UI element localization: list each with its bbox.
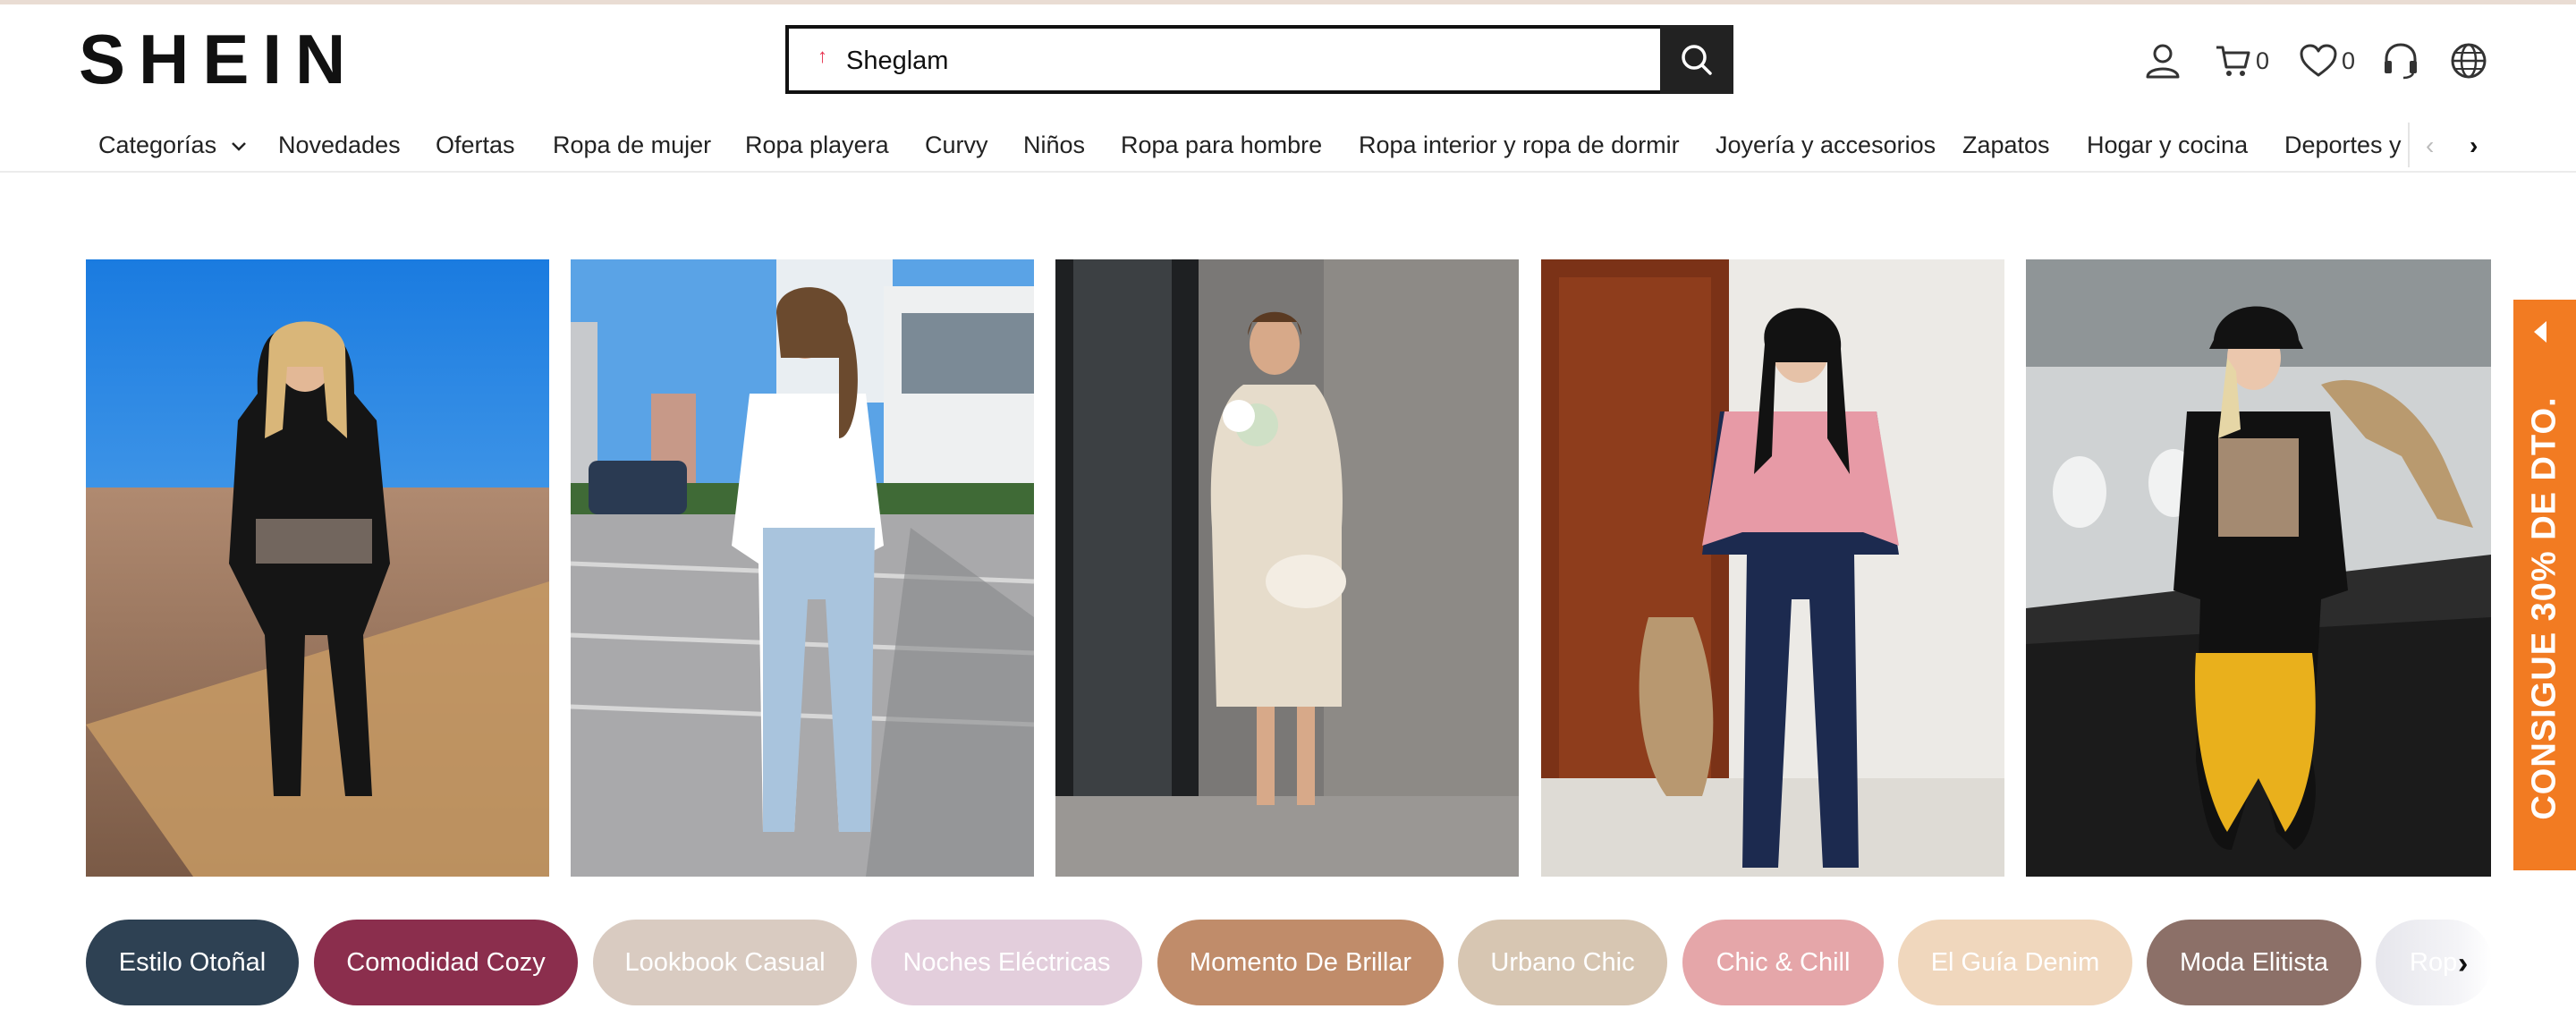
trending-icon: ↑ — [818, 45, 827, 67]
pill-urbano-chic[interactable]: Urbano Chic — [1458, 920, 1667, 1005]
language-button[interactable] — [2449, 38, 2488, 83]
search-button[interactable] — [1660, 25, 1733, 94]
outfit-photo-4-image — [1541, 259, 2004, 877]
outfit-photo-1-image — [86, 259, 549, 877]
cart-button[interactable]: 0 — [2215, 38, 2269, 83]
nav-item-curvy[interactable]: Curvy — [925, 123, 988, 167]
pill-moda-elitista[interactable]: Moda Elitista — [2147, 920, 2361, 1005]
outfit-photo-3-image — [1055, 259, 1519, 877]
user-icon — [2146, 44, 2180, 79]
site-header: SHEIN ↑ Sheglam 0 0 Categorías Novedades… — [0, 4, 2576, 173]
collapse-arrow-icon — [2534, 321, 2546, 343]
nav-item-hogar-y-cocina[interactable]: Hogar y cocina — [2087, 123, 2248, 167]
nav-item-categorias[interactable]: Categorías — [98, 123, 247, 167]
wishlist-count: 0 — [2342, 47, 2356, 74]
headset-icon — [2385, 43, 2417, 80]
nav-item-deportes[interactable]: Deportes y — [2284, 123, 2402, 167]
nav-divider — [2408, 123, 2410, 167]
outfit-photo-3[interactable] — [1055, 259, 1519, 877]
nav-item-zapatos[interactable]: Zapatos — [1962, 123, 2050, 167]
outfit-photo-2[interactable] — [571, 259, 1034, 877]
nav-item-ropa-de-mujer[interactable]: Ropa de mujer — [553, 123, 711, 167]
nav-prev-arrow[interactable]: ‹ — [2426, 133, 2434, 158]
pill-truncated[interactable]: Rop — [2376, 920, 2492, 1005]
outfit-photo-2-image — [571, 259, 1034, 877]
shein-logo[interactable]: SHEIN — [79, 24, 359, 94]
category-nav-track: Categorías Novedades Ofertas Ropa de muj… — [0, 123, 2408, 167]
outfit-photo-5[interactable] — [2026, 259, 2491, 877]
wishlist-button[interactable]: 0 — [2299, 38, 2355, 83]
style-pill-row: Estilo Otoñal Comodidad Cozy Lookbook Ca… — [0, 920, 2576, 1005]
nav-item-ropa-para-hombre[interactable]: Ropa para hombre — [1121, 123, 1322, 167]
nav-item-ofertas[interactable]: Ofertas — [436, 123, 515, 167]
pill-lookbook-casual[interactable]: Lookbook Casual — [593, 920, 857, 1005]
account-button[interactable] — [2143, 38, 2182, 83]
nav-item-joyeria[interactable]: Joyería y accesorios — [1716, 123, 1936, 167]
pill-chic-and-chill[interactable]: Chic & Chill — [1682, 920, 1884, 1005]
pill-estilo-otonal[interactable]: Estilo Otoñal — [86, 920, 299, 1005]
support-button[interactable] — [2381, 38, 2420, 83]
nav-next-arrow[interactable]: › — [2470, 133, 2478, 158]
nav-item-ropa-playera[interactable]: Ropa playera — [745, 123, 889, 167]
outfit-photo-1[interactable] — [86, 259, 549, 877]
promo-side-tab[interactable]: CONSIGUE 30% DE DTO. — [2513, 300, 2576, 870]
nav-item-ninos[interactable]: Niños — [1023, 123, 1085, 167]
category-nav: Categorías Novedades Ofertas Ropa de muj… — [0, 123, 2576, 167]
search-input[interactable]: Sheglam — [846, 47, 948, 76]
heart-icon — [2300, 44, 2337, 77]
pill-comodidad-cozy[interactable]: Comodidad Cozy — [314, 920, 578, 1005]
outfit-photo-4[interactable] — [1541, 259, 2004, 877]
pill-noches-electricas[interactable]: Noches Eléctricas — [871, 920, 1142, 1005]
chevron-down-icon — [231, 141, 246, 151]
cart-count: 0 — [2256, 47, 2270, 74]
nav-item-novedades[interactable]: Novedades — [278, 123, 401, 167]
pill-momento-de-brillar[interactable]: Momento De Brillar — [1157, 920, 1444, 1005]
search-icon — [1682, 44, 1712, 75]
pill-el-guia-denim[interactable]: El Guía Denim — [1898, 920, 2132, 1005]
outfit-photo-5-image — [2026, 259, 2491, 877]
search-bar[interactable]: ↑ Sheglam — [785, 25, 1733, 94]
globe-icon — [2451, 43, 2487, 79]
promo-tab-label: CONSIGUE 30% DE DTO. — [2525, 396, 2563, 820]
cart-icon — [2216, 46, 2250, 76]
pills-next-arrow[interactable]: › — [2458, 948, 2468, 979]
nav-item-ropa-interior[interactable]: Ropa interior y ropa de dormir — [1359, 123, 1680, 167]
